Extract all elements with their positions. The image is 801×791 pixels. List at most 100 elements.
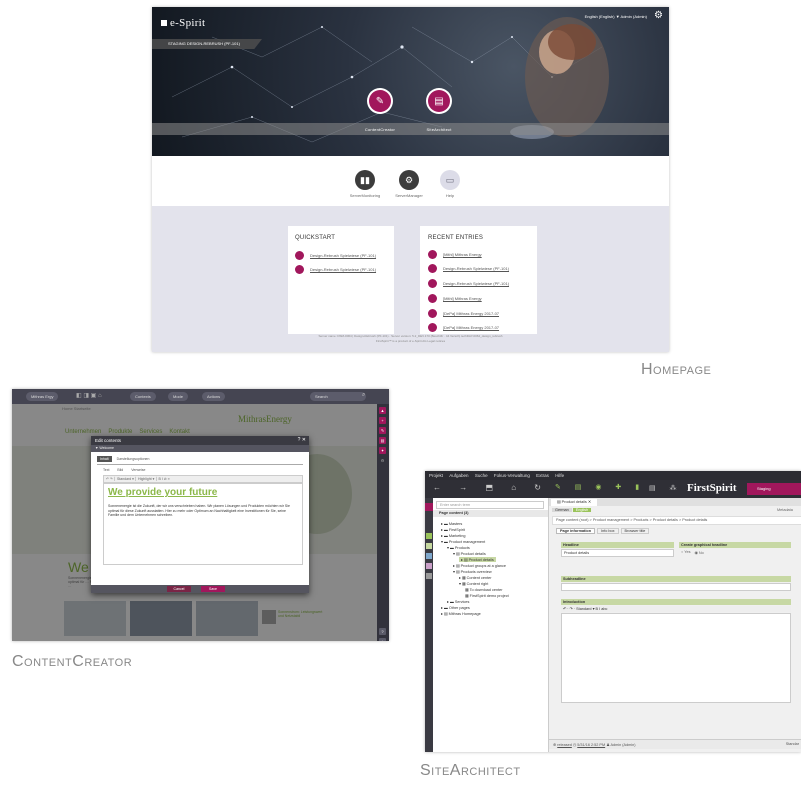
- cancel-button[interactable]: Cancel: [167, 586, 191, 592]
- tab-browser-title[interactable]: Browser title: [620, 528, 650, 534]
- tree-item[interactable]: ▾ ▬ Products: [447, 545, 470, 550]
- tab-page-information[interactable]: Page information: [556, 528, 596, 534]
- tab-inhalt[interactable]: Inhalt: [97, 456, 112, 462]
- sitearchitect-app-label[interactable]: SiteArchitect: [414, 127, 464, 132]
- help-icon[interactable]: ?: [379, 628, 386, 635]
- close-icon[interactable]: ? ✕: [298, 437, 306, 443]
- introduction-editor[interactable]: [561, 613, 791, 703]
- tree-item[interactable]: ▸ ▤ Mithras Homepage: [441, 611, 481, 616]
- gear-icon[interactable]: ⚙: [399, 170, 419, 190]
- recent-entry[interactable]: Design-Rebrush Spielwiese (PF-101): [428, 264, 509, 273]
- navigation-icons[interactable]: ← → ⬒ ⌂ ↻: [433, 483, 549, 492]
- servermanager-label[interactable]: ServerManager: [389, 193, 429, 198]
- body-text[interactable]: Sonnenenergie ist die Zukunft, der wir u…: [108, 504, 296, 518]
- tree-item[interactable]: ▸ ▬ Services: [447, 599, 469, 604]
- staging-badge[interactable]: Staging: [747, 483, 801, 495]
- menu-hilfe[interactable]: Hilfe: [555, 473, 564, 478]
- breadcrumb[interactable]: Page content (root) > Product management…: [552, 516, 801, 525]
- gear-icon[interactable]: ⚙: [379, 457, 386, 464]
- sidebar-icon[interactable]: ✦: [379, 447, 386, 454]
- info-icon[interactable]: i: [379, 638, 386, 641]
- tab-german[interactable]: German: [552, 508, 572, 512]
- tab-darstellungsoptionen[interactable]: Darstellungsoptionen: [114, 456, 153, 462]
- menu-suche[interactable]: Suche: [475, 473, 488, 478]
- bar-chart-icon[interactable]: ▮▮: [355, 170, 375, 190]
- status-standard[interactable]: Standar: [786, 742, 799, 746]
- edit-icons[interactable]: ✎ ▤ ◉ ✚ ▮: [555, 483, 645, 491]
- quickstart-item[interactable]: Design-Rebrush Spielwiese (PF-101): [295, 265, 376, 274]
- gear-icon[interactable]: ⚙: [654, 10, 663, 21]
- radio-yes[interactable]: ○ Yes: [681, 550, 690, 555]
- recent-entry[interactable]: [Mithl] Mithras Energy: [428, 250, 482, 259]
- subheadline-field[interactable]: [561, 583, 791, 591]
- tab-english[interactable]: English: [572, 508, 592, 512]
- tree-item[interactable]: ▾ ▤ Product details: [453, 551, 486, 556]
- recent-entry[interactable]: Design-Rebrush Spielwiese (PF-101): [428, 279, 509, 288]
- sidebar-icon[interactable]: ▲: [379, 407, 386, 414]
- servermonitoring-button[interactable]: ▮▮: [355, 170, 375, 190]
- editor-area[interactable]: We provide your future Sonnenenergie ist…: [103, 483, 303, 565]
- sidebar-icon[interactable]: ✎: [379, 427, 386, 434]
- perspective-icon[interactable]: [426, 533, 432, 539]
- servermanager-button[interactable]: ⚙: [399, 170, 419, 190]
- tree-item[interactable]: ▸ ▤ Product groups at a glance: [453, 563, 506, 568]
- sitearchitect-app-button[interactable]: ▤: [428, 90, 450, 112]
- subtab-text[interactable]: Text: [103, 468, 109, 472]
- tab-info-box[interactable]: Info box: [597, 528, 619, 534]
- servermonitoring-label[interactable]: ServerMonitoring: [345, 193, 385, 198]
- recent-entry[interactable]: [Mithl] Mithras Energy: [428, 294, 482, 303]
- menu-extras[interactable]: Extras: [536, 473, 549, 478]
- editor-toolbar[interactable]: ↶ ↷ │ Standard ▾ │ Highlight ▾ │ B I ⊘ ≡: [103, 475, 303, 483]
- book-icon[interactable]: ▭: [440, 170, 460, 190]
- perspective-icon[interactable]: [426, 573, 432, 579]
- dialog-section-header[interactable]: ▼ Welcome: [91, 445, 309, 452]
- help-button[interactable]: ▭: [440, 170, 460, 190]
- actions-menu[interactable]: Actions: [202, 392, 226, 401]
- search-input[interactable]: Search: [310, 392, 366, 401]
- sidebar-icon[interactable]: +: [379, 417, 386, 424]
- headline-field[interactable]: Product details: [561, 549, 674, 557]
- save-button[interactable]: Save: [201, 586, 225, 592]
- tree-item[interactable]: ▸ ▬ Masters: [441, 521, 462, 526]
- project-selector[interactable]: Mithras Ergy: [26, 392, 59, 401]
- tree-item-selected[interactable]: ▸ ▤ Product details: [459, 557, 496, 562]
- mode-menu[interactable]: Mode: [168, 392, 189, 401]
- toolbar-icons[interactable]: ◧ ◨ ▣ ⌂: [76, 392, 102, 399]
- introduction-toolbar[interactable]: ↶ · ↷ · Standard ▾ B I abc: [561, 606, 791, 612]
- perspective-icon[interactable]: [426, 553, 432, 559]
- recent-entry[interactable]: [DePa] Mithras Energy 2017-07: [428, 323, 499, 332]
- perspective-icon[interactable]: [425, 503, 433, 511]
- user-language-menu[interactable]: English (English) ▼ Admin (Admin): [585, 14, 647, 19]
- headline-text[interactable]: We provide your future: [108, 487, 217, 498]
- quickstart-item[interactable]: Design-Rebrush Spielwiese (PF-101): [295, 251, 376, 260]
- subtab-verweise[interactable]: Verweise: [131, 468, 145, 472]
- search-input[interactable]: Enter search term: [436, 501, 544, 509]
- search-icon[interactable]: ⌕: [362, 392, 365, 399]
- tab-product-details[interactable]: ▤ Product details ✕: [551, 499, 598, 506]
- tree-item[interactable]: ▸ ▬ Marketing: [441, 533, 466, 538]
- graphical-headline-radio[interactable]: ○ Yes ◉ No: [681, 550, 704, 555]
- help-label[interactable]: Help: [430, 193, 470, 198]
- tree-item[interactable]: ▸ ▬ Other pages: [441, 605, 470, 610]
- tree-item[interactable]: ▦ To download center: [465, 587, 503, 592]
- tree-item[interactable]: ▦ FirstSpirit demo project: [465, 593, 509, 598]
- tree-item[interactable]: ▾ ▤ Products overview: [453, 569, 492, 574]
- document-icon[interactable]: ▤: [428, 90, 450, 112]
- menu-aufgaben[interactable]: Aufgaben: [449, 473, 468, 478]
- tree-item[interactable]: ▸ ▬ FirstSpirit: [441, 527, 465, 532]
- perspective-icon[interactable]: [426, 563, 432, 569]
- tree-item[interactable]: ▾ ▦ Content right: [459, 581, 488, 586]
- metadata-button[interactable]: Metadata: [777, 508, 793, 512]
- menu-fokus[interactable]: Fokus-Verwaltung: [494, 473, 530, 478]
- action-icons[interactable]: ▤ ⁂: [649, 484, 683, 492]
- pencil-icon[interactable]: ✎: [369, 90, 391, 112]
- tree-root[interactable]: Page content (3): [439, 511, 469, 515]
- tree-item[interactable]: ▸ ▦ Content center: [459, 575, 492, 580]
- perspective-icon[interactable]: [426, 543, 432, 549]
- radio-no[interactable]: ◉ No: [694, 550, 703, 555]
- tree-item[interactable]: ▾ ▬ Product management: [441, 539, 485, 544]
- menu-projekt[interactable]: Projekt: [429, 473, 443, 478]
- contexts-menu[interactable]: Contexts: [130, 392, 156, 401]
- recent-entry[interactable]: [DePa] Mithras Energy 2017-07: [428, 309, 499, 318]
- sidebar-icon[interactable]: ▤: [379, 437, 386, 444]
